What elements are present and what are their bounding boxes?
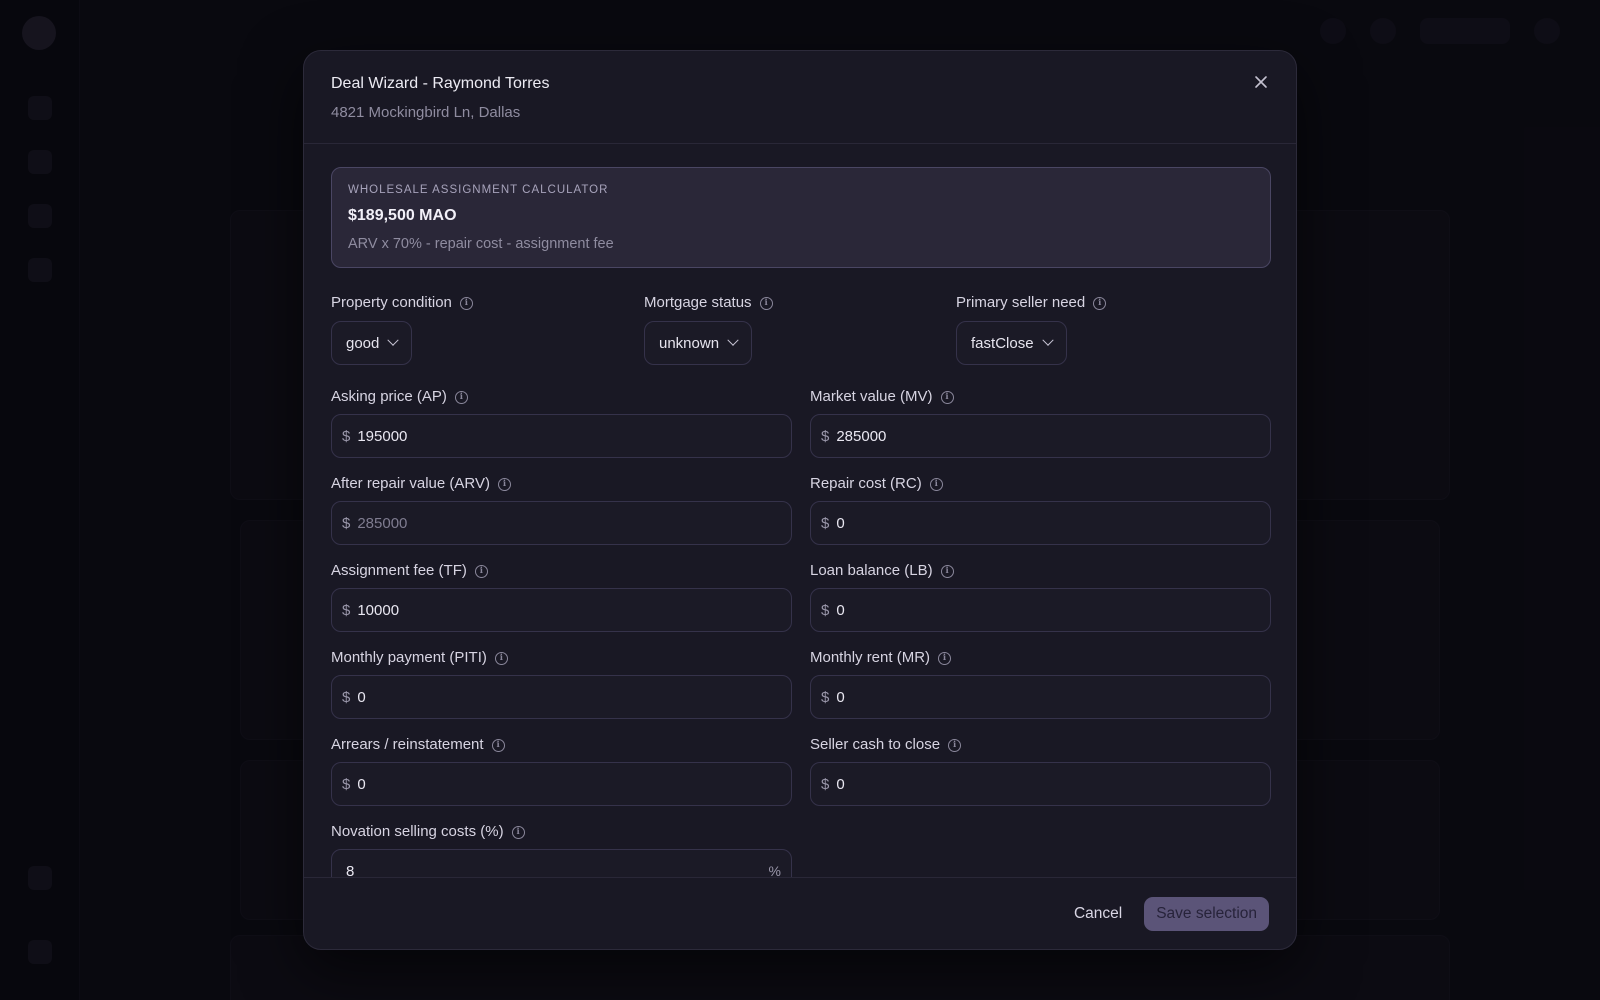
input-value: 0	[357, 775, 366, 793]
assignment-fee-field: Assignment fee (TF) i $10000	[331, 562, 792, 649]
dollar-prefix: $	[342, 688, 351, 706]
field-label: Seller cash to close	[810, 736, 941, 753]
monthly-payment-field: Monthly payment (PITI) i $0	[331, 649, 792, 736]
field-label: Assignment fee (TF)	[331, 562, 467, 579]
primary-seller-need-group: Primary seller need i fastClose	[956, 294, 1269, 365]
assignment-fee-input[interactable]: $10000	[331, 588, 792, 632]
modal-footer: Cancel Save selection	[304, 877, 1296, 949]
input-value: 195000	[357, 427, 408, 445]
property-condition-select[interactable]: good	[331, 321, 413, 365]
dollar-prefix: $	[342, 601, 351, 619]
repair-cost-field: Repair cost (RC) i $0	[810, 475, 1271, 562]
select-value: good	[346, 334, 380, 352]
property-condition-label: Property condition	[331, 294, 452, 311]
input-value: 0	[836, 775, 845, 793]
info-icon[interactable]: i	[929, 477, 943, 491]
dollar-prefix: $	[821, 688, 830, 706]
info-icon[interactable]: i	[459, 296, 473, 310]
field-label: After repair value (ARV)	[331, 475, 490, 492]
dollar-prefix: $	[821, 775, 830, 793]
save-selection-button[interactable]: Save selection	[1144, 896, 1269, 931]
info-icon[interactable]: i	[491, 738, 505, 752]
mortgage-status-select[interactable]: unknown	[644, 321, 753, 365]
info-icon[interactable]: i	[759, 296, 773, 310]
monthly-payment-input[interactable]: $0	[331, 675, 792, 719]
deal-wizard-modal: Deal Wizard - Raymond Torres 4821 Mockin…	[303, 50, 1297, 950]
seller-cash-field: Seller cash to close i $0	[810, 736, 1271, 823]
calculator-value: $189,500 MAO	[348, 207, 457, 224]
field-label: Arrears / reinstatement	[331, 736, 484, 753]
primary-seller-need-select[interactable]: fastClose	[956, 321, 1067, 365]
monthly-rent-field: Monthly rent (MR) i $0	[810, 649, 1271, 736]
calculator-card: WHOLESALE ASSIGNMENT CALCULATOR $189,500…	[331, 167, 1271, 268]
info-icon[interactable]: i	[511, 825, 525, 839]
info-icon[interactable]: i	[454, 390, 468, 404]
info-icon[interactable]: i	[494, 651, 508, 665]
input-value: 0	[836, 601, 845, 619]
input-value: 0	[836, 514, 845, 532]
field-label: Market value (MV)	[810, 388, 933, 405]
arrears-field: Arrears / reinstatement i $0	[331, 736, 792, 823]
input-value: 0	[357, 688, 366, 706]
cancel-button[interactable]: Cancel	[1074, 897, 1122, 931]
percent-suffix: %	[768, 863, 781, 877]
loan-balance-field: Loan balance (LB) i $0	[810, 562, 1271, 649]
selects-row: Property condition i good Mortgage status…	[331, 294, 1269, 365]
field-label: Repair cost (RC)	[810, 475, 922, 492]
loan-balance-input[interactable]: $0	[810, 588, 1271, 632]
info-icon[interactable]: i	[497, 477, 511, 491]
monthly-rent-input[interactable]: $0	[810, 675, 1271, 719]
chevron-down-icon	[727, 334, 739, 346]
input-value: 8	[346, 862, 355, 878]
select-value: fastClose	[971, 334, 1034, 352]
modal-subtitle: 4821 Mockingbird Ln, Dallas	[331, 104, 521, 121]
chevron-down-icon	[387, 334, 400, 346]
property-condition-group: Property condition i good	[331, 294, 644, 365]
repair-cost-input[interactable]: $0	[810, 501, 1271, 545]
market-value-input[interactable]: $285000	[810, 414, 1271, 458]
close-icon[interactable]	[1250, 71, 1272, 93]
chevron-down-icon	[1041, 334, 1054, 346]
arv-input[interactable]: $285000	[331, 501, 792, 545]
info-icon[interactable]: i	[948, 738, 962, 752]
field-label: Novation selling costs (%)	[331, 823, 504, 840]
calculator-label: WHOLESALE ASSIGNMENT CALCULATOR	[348, 184, 609, 196]
dollar-prefix: $	[821, 427, 830, 445]
arrears-input[interactable]: $0	[331, 762, 792, 806]
field-label: Loan balance (LB)	[810, 562, 933, 579]
modal-body[interactable]: WHOLESALE ASSIGNMENT CALCULATOR $189,500…	[304, 144, 1296, 877]
market-value-field: Market value (MV) i $285000	[810, 388, 1271, 475]
dollar-prefix: $	[342, 775, 351, 793]
field-label: Monthly payment (PITI)	[331, 649, 487, 666]
field-label: Asking price (AP)	[331, 388, 447, 405]
mortgage-status-label: Mortgage status	[644, 294, 752, 311]
input-placeholder: 285000	[357, 514, 408, 532]
info-icon[interactable]: i	[940, 564, 954, 578]
calculator-formula: ARV x 70% - repair cost - assignment fee	[348, 236, 614, 252]
mortgage-status-group: Mortgage status i unknown	[644, 294, 956, 365]
modal-header: Deal Wizard - Raymond Torres 4821 Mockin…	[304, 51, 1296, 144]
input-value: 285000	[836, 427, 887, 445]
input-value: 0	[836, 688, 845, 706]
field-label: Monthly rent (MR)	[810, 649, 931, 666]
dollar-prefix: $	[342, 427, 351, 445]
select-value: unknown	[659, 334, 720, 352]
asking-price-input[interactable]: $195000	[331, 414, 792, 458]
info-icon[interactable]: i	[1093, 296, 1107, 310]
novation-costs-input[interactable]: 8%	[331, 849, 792, 877]
fields-grid: Asking price (AP) i $195000 Market value …	[331, 388, 1271, 877]
info-icon[interactable]: i	[938, 651, 952, 665]
input-value: 10000	[357, 601, 400, 619]
info-icon[interactable]: i	[474, 564, 488, 578]
dollar-prefix: $	[821, 514, 830, 532]
asking-price-field: Asking price (AP) i $195000	[331, 388, 792, 475]
arv-field: After repair value (ARV) i $285000	[331, 475, 792, 562]
novation-costs-field: Novation selling costs (%) i 8%	[331, 823, 792, 877]
info-icon[interactable]: i	[940, 390, 954, 404]
primary-seller-need-label: Primary seller need	[956, 294, 1086, 311]
modal-title: Deal Wizard - Raymond Torres	[331, 75, 550, 92]
dollar-prefix: $	[821, 601, 830, 619]
dollar-prefix: $	[342, 514, 351, 532]
seller-cash-input[interactable]: $0	[810, 762, 1271, 806]
